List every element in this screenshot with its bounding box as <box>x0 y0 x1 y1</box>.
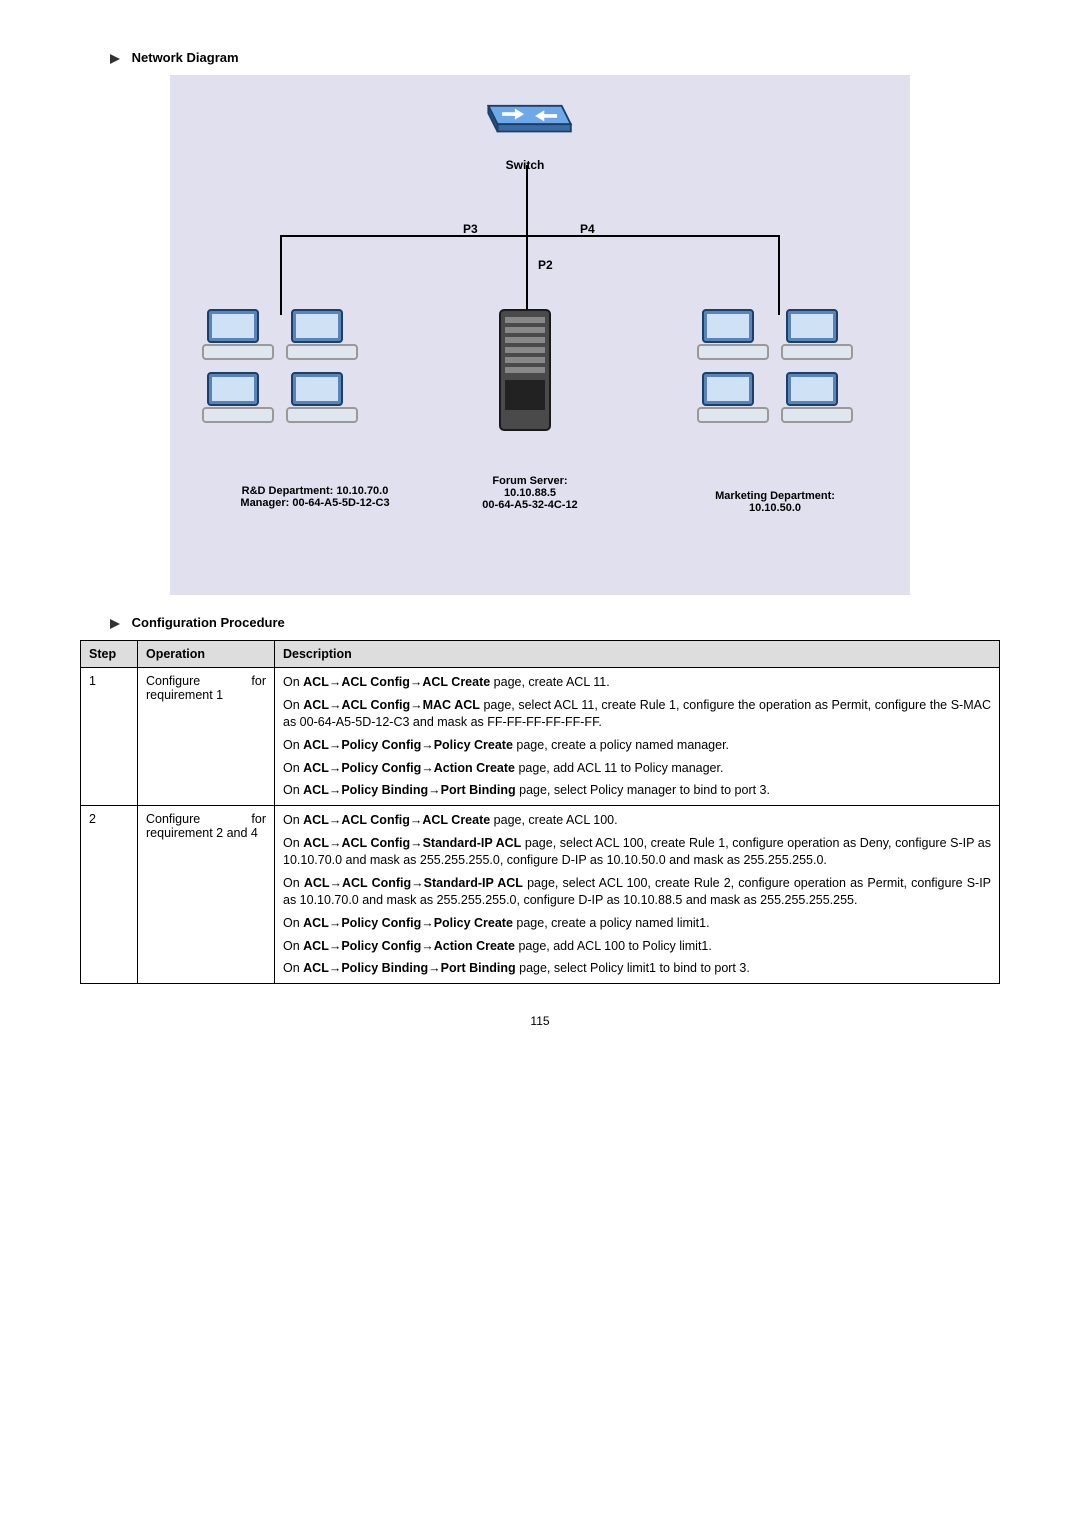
heading-text: Network Diagram <box>132 50 239 65</box>
forum-server-group <box>440 305 610 438</box>
caption-line: Forum Server: <box>492 475 567 487</box>
desc-text: On <box>283 761 303 775</box>
port-label-p4: P4 <box>580 222 595 236</box>
cell-description: On ACL→ACL Config→ACL Create page, creat… <box>275 668 1000 806</box>
desc-bold: ACL→Policy Config→Policy Create <box>303 916 513 930</box>
marketing-department-caption: Marketing Department: 10.10.50.0 <box>675 490 875 514</box>
cell-operation: Configure for requirement 2 and 4 <box>138 806 275 984</box>
table-row: 2 Configure for requirement 2 and 4 On A… <box>81 806 1000 984</box>
desktop-icon <box>693 305 773 365</box>
desc-bold: ACL→Policy Config→Action Create <box>303 939 515 953</box>
arrow-right-icon <box>110 619 120 629</box>
desc-bold: ACL→ACL Config→MAC ACL <box>303 698 480 712</box>
desc-text: On <box>283 738 303 752</box>
desc-text: On <box>283 783 303 797</box>
diagram-line <box>778 235 780 315</box>
switch-group: Switch <box>470 75 580 172</box>
caption-line: 10.10.50.0 <box>749 502 801 514</box>
desc-text: page, create a policy named limit1. <box>513 916 710 930</box>
network-diagram: Switch P3 P4 P2 R&D De <box>170 75 910 595</box>
arrow-right-icon <box>110 54 120 64</box>
cell-description: On ACL→ACL Config→ACL Create page, creat… <box>275 806 1000 984</box>
caption-line: 10.10.88.5 <box>504 487 556 499</box>
desc-text: page, add ACL 100 to Policy limit1. <box>515 939 712 953</box>
heading-text: Configuration Procedure <box>132 615 285 630</box>
port-label-p2: P2 <box>538 258 553 272</box>
desktop-icon <box>693 368 773 428</box>
desc-text: On <box>283 698 303 712</box>
switch-icon <box>470 75 580 155</box>
desktop-icon <box>282 368 362 428</box>
desc-bold: ACL→ACL Config→Standard-IP ACL <box>303 836 521 850</box>
desc-text: On <box>283 813 303 827</box>
forum-server-caption: Forum Server: 10.10.88.5 00-64-A5-32-4C-… <box>445 475 615 511</box>
desc-text: On <box>283 876 304 890</box>
desc-bold: ACL→ACL Config→ACL Create <box>303 813 490 827</box>
col-header-description: Description <box>275 641 1000 668</box>
desc-text: page, create ACL 100. <box>490 813 617 827</box>
configuration-table: Step Operation Description 1 Configure f… <box>80 640 1000 984</box>
desc-bold: ACL→ACL Config→ACL Create <box>303 675 490 689</box>
desc-text: page, select Policy limit1 to bind to po… <box>516 961 750 975</box>
desc-text: On <box>283 675 303 689</box>
desc-text: page, create ACL 11. <box>490 675 610 689</box>
caption-line: Marketing Department: <box>715 490 835 502</box>
col-header-operation: Operation <box>138 641 275 668</box>
desc-text: On <box>283 916 303 930</box>
cell-operation: Configure for requirement 1 <box>138 668 275 806</box>
desc-text: page, select Policy manager to bind to p… <box>516 783 770 797</box>
cell-step: 1 <box>81 668 138 806</box>
switch-label: Switch <box>470 158 580 172</box>
section-heading-config-procedure: Configuration Procedure <box>110 615 1000 630</box>
caption-line: R&D Department: 10.10.70.0 <box>242 485 389 497</box>
table-row: 1 Configure for requirement 1 On ACL→ACL… <box>81 668 1000 806</box>
diagram-line <box>526 165 528 235</box>
desc-text: On <box>283 961 303 975</box>
rd-department-group <box>195 305 365 431</box>
rd-department-caption: R&D Department: 10.10.70.0 Manager: 00-6… <box>215 485 415 509</box>
desc-text: On <box>283 836 303 850</box>
desktop-icon <box>198 305 278 365</box>
port-label-p3: P3 <box>463 222 478 236</box>
marketing-department-group <box>690 305 860 431</box>
desktop-icon <box>777 368 857 428</box>
col-header-step: Step <box>81 641 138 668</box>
table-header-row: Step Operation Description <box>81 641 1000 668</box>
server-icon <box>490 305 560 435</box>
desktop-icon <box>282 305 362 365</box>
desc-bold: ACL→Policy Config→Action Create <box>303 761 515 775</box>
page-number: 115 <box>80 1014 1000 1028</box>
caption-line: 00-64-A5-32-4C-12 <box>482 499 577 511</box>
desc-bold: ACL→Policy Binding→Port Binding <box>303 783 516 797</box>
desc-text: On <box>283 939 303 953</box>
desktop-icon <box>198 368 278 428</box>
diagram-line <box>526 235 528 315</box>
desc-bold: ACL→Policy Config→Policy Create <box>303 738 513 752</box>
desc-bold: ACL→Policy Binding→Port Binding <box>303 961 516 975</box>
caption-line: Manager: 00-64-A5-5D-12-C3 <box>240 497 389 509</box>
diagram-line <box>280 235 780 237</box>
cell-step: 2 <box>81 806 138 984</box>
section-heading-network-diagram: Network Diagram <box>110 50 1000 65</box>
desc-text: page, create a policy named manager. <box>513 738 729 752</box>
desktop-icon <box>777 305 857 365</box>
desc-bold: ACL→ACL Config→Standard-IP ACL <box>304 876 523 890</box>
diagram-line <box>280 235 282 315</box>
desc-text: page, add ACL 11 to Policy manager. <box>515 761 723 775</box>
